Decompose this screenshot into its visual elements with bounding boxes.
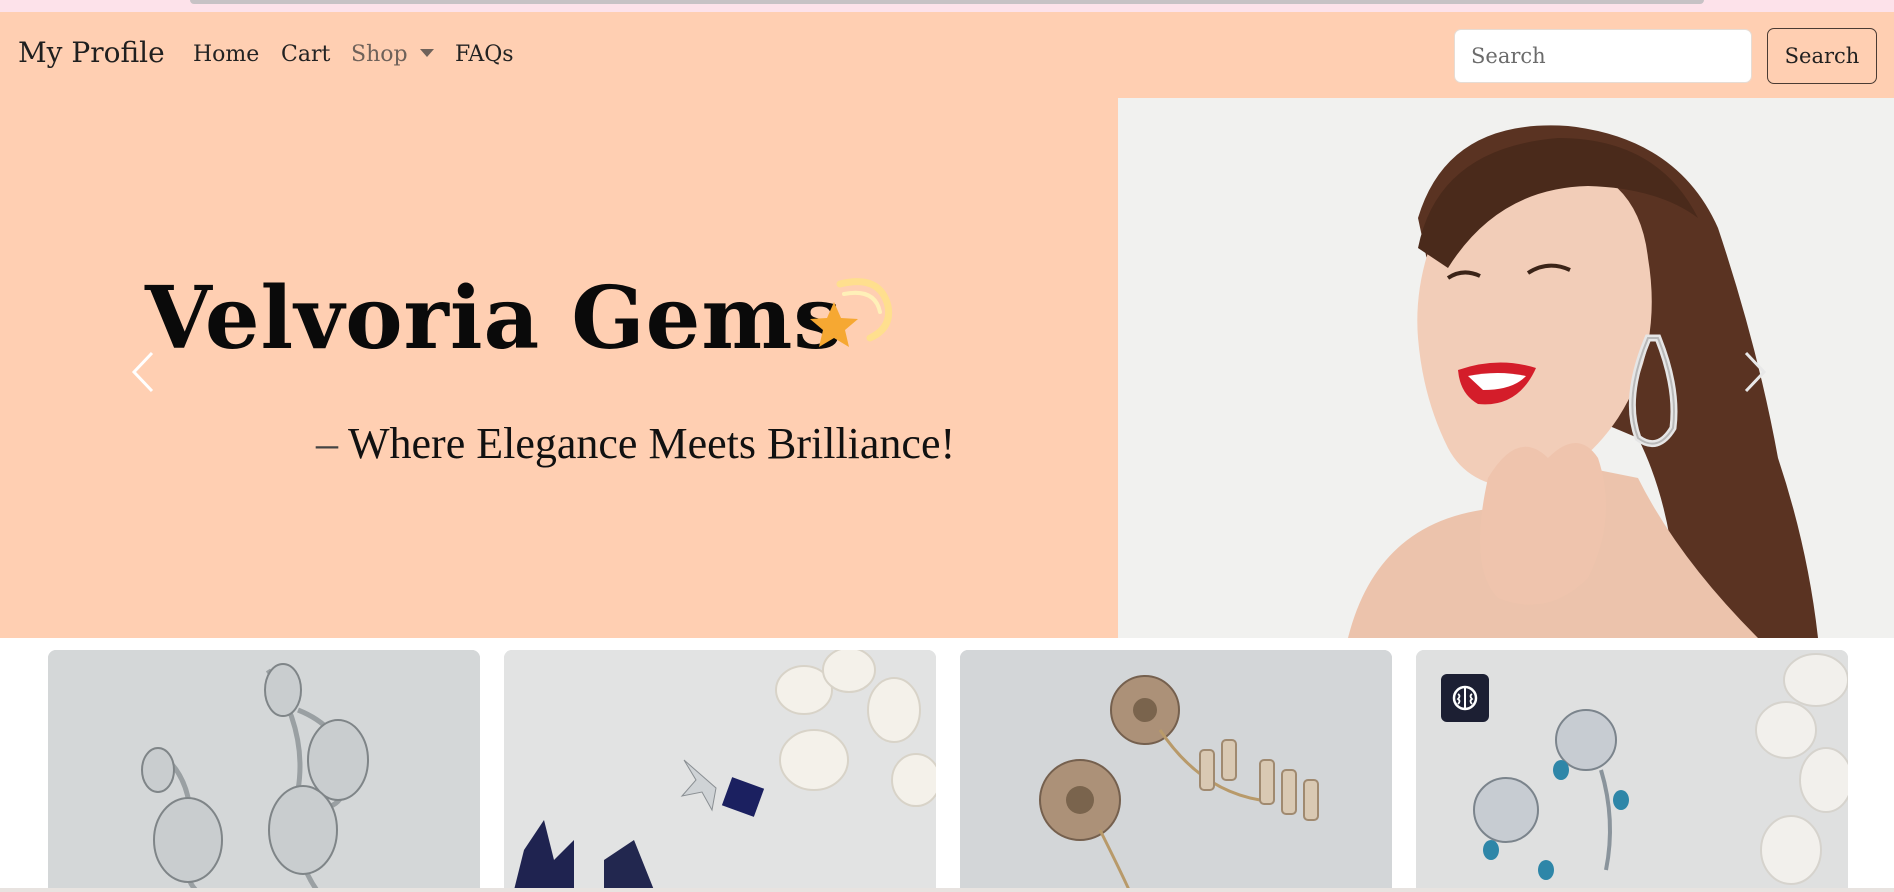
hero-subtitle-text: Where Elegance Meets Brilliance!: [348, 419, 956, 468]
page-bottom-edge: [0, 888, 1894, 892]
chevron-left-icon: [131, 351, 154, 392]
nav-home[interactable]: Home: [193, 42, 259, 67]
hero-dash: –: [316, 419, 338, 468]
chevron-right-icon: [1744, 351, 1767, 392]
product-card-silver-leaf-earrings[interactable]: [48, 650, 480, 892]
product-image: [504, 650, 936, 892]
brand-my-profile[interactable]: My Profile: [18, 36, 165, 69]
nav-faqs[interactable]: FAQs: [455, 42, 514, 67]
browser-top-strip: [0, 0, 1894, 12]
navbar: My Profile Home Cart Shop FAQs Search: [0, 12, 1894, 98]
chevron-down-icon: [419, 49, 434, 57]
carousel-next-button[interactable]: [1730, 338, 1780, 408]
browser-tab-edge: [190, 0, 1704, 4]
search-button[interactable]: Search: [1767, 28, 1877, 84]
product-image: [960, 650, 1392, 892]
product-card-flower-pearl-earrings[interactable]: [960, 650, 1392, 892]
hero-carousel: Velvoria Gems – Where Elegance Meets Bril…: [0, 98, 1894, 638]
product-card-blue-rose-earrings[interactable]: [1416, 650, 1848, 892]
search-input[interactable]: [1454, 29, 1752, 83]
brain-icon[interactable]: [1441, 674, 1489, 722]
product-image: [48, 650, 480, 892]
carousel-prev-button[interactable]: [118, 338, 168, 408]
product-card-sapphire-drop-earrings[interactable]: [504, 650, 936, 892]
hero-subtitle: – Where Elegance Meets Brilliance!: [316, 418, 955, 469]
shooting-star-icon: [810, 278, 893, 347]
hero-title: Velvoria Gems: [145, 268, 843, 369]
nav-shop-dropdown[interactable]: Shop: [351, 42, 434, 67]
nav-cart[interactable]: Cart: [281, 42, 330, 67]
product-grid: [0, 638, 1894, 892]
nav-shop-label: Shop: [351, 42, 408, 67]
